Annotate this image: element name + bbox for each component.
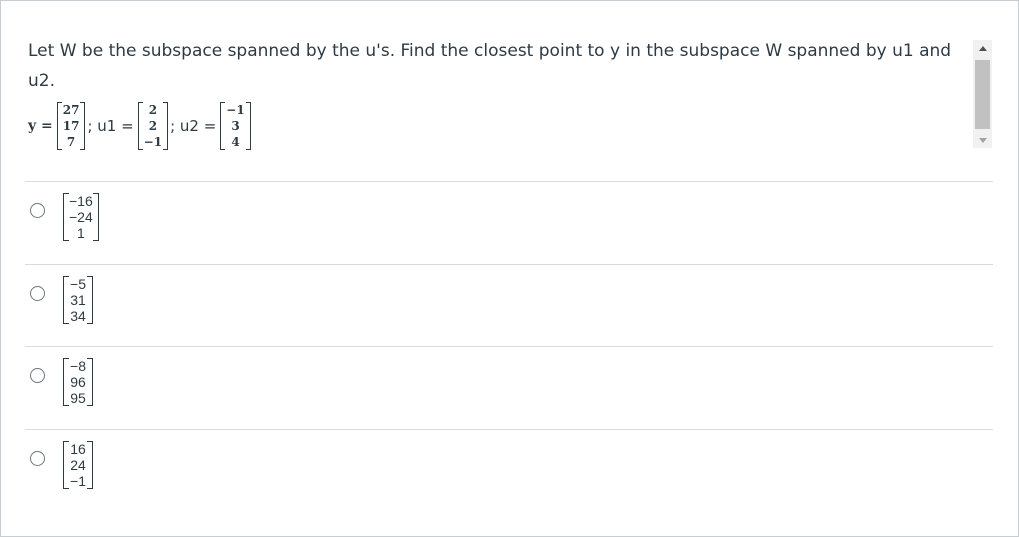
u1-entry: −1 xyxy=(143,135,163,149)
vector-entry: 34 xyxy=(70,308,86,324)
scrollbar-thumb[interactable] xyxy=(975,60,990,129)
u2-entry: 3 xyxy=(231,119,240,133)
divider xyxy=(25,181,993,182)
vector-entry: −24 xyxy=(69,209,93,225)
u1-vector: 2 2 −1 xyxy=(137,102,169,150)
u2-vector: −1 3 4 xyxy=(220,102,251,150)
arrow-down-icon xyxy=(978,137,987,143)
y-label: y = xyxy=(28,118,53,134)
u2-entry: −1 xyxy=(226,103,245,117)
vector-entry: −1 xyxy=(70,473,86,489)
arrow-up-icon xyxy=(978,45,987,51)
vector-entry: 31 xyxy=(70,292,86,308)
radio-button[interactable] xyxy=(30,368,45,383)
scrollbar[interactable] xyxy=(973,40,992,148)
vector-entry: 16 xyxy=(70,441,86,457)
vector-entry: −5 xyxy=(70,276,86,292)
radio-button[interactable] xyxy=(30,451,45,466)
y-entry: 17 xyxy=(62,119,80,133)
vector-entry: 1 xyxy=(76,225,85,241)
vector-entry: 24 xyxy=(70,457,86,473)
option-vector: −16 −24 1 xyxy=(63,193,99,241)
vector-entry: 96 xyxy=(70,374,86,390)
y-vector: 27 17 7 xyxy=(56,102,86,150)
u2-entry: 4 xyxy=(231,135,240,149)
vector-entry: −16 xyxy=(69,193,93,209)
radio-button[interactable] xyxy=(30,286,45,301)
vector-entry: −8 xyxy=(70,358,86,374)
question-text: Let W be the subspace spanned by the u's… xyxy=(28,41,952,91)
divider xyxy=(25,429,993,430)
answer-option-2[interactable]: −5 31 34 xyxy=(30,276,93,338)
answer-option-1[interactable]: −16 −24 1 xyxy=(30,193,99,255)
scroll-up-button[interactable] xyxy=(973,40,992,56)
y-entry: 27 xyxy=(62,103,80,117)
vector-entry: 95 xyxy=(70,390,86,406)
option-vector: −8 96 95 xyxy=(63,358,93,406)
option-vector: −5 31 34 xyxy=(63,276,93,324)
divider xyxy=(25,264,993,265)
u1-entry: 2 xyxy=(148,119,158,133)
divider xyxy=(25,346,993,347)
equation-row: y = 27 17 7 ; u1 = 2 2 −1 ; u2 = −1 3 4 xyxy=(28,98,251,154)
y-entry: 7 xyxy=(66,135,76,149)
u1-entry: 2 xyxy=(148,103,158,117)
radio-button[interactable] xyxy=(30,203,45,218)
u2-label: ; u2 = xyxy=(170,117,217,135)
answer-option-3[interactable]: −8 96 95 xyxy=(30,358,93,420)
answer-option-4[interactable]: 16 24 −1 xyxy=(30,441,93,503)
scroll-down-button[interactable] xyxy=(973,132,992,148)
u1-label: ; u1 = xyxy=(87,117,134,135)
option-vector: 16 24 −1 xyxy=(63,441,93,489)
